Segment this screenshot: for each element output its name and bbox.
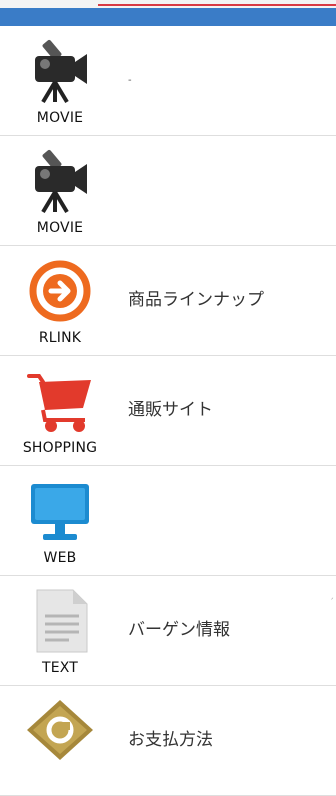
menu-item-web[interactable]: WEB bbox=[0, 466, 336, 576]
menu-item-text[interactable]: TEXT バーゲン情報 ˊ bbox=[0, 576, 336, 686]
menu-item-payment[interactable]: お支払方法 bbox=[0, 686, 336, 796]
menu-item-caption: WEB bbox=[43, 550, 77, 566]
menu-item-icon-box: WEB bbox=[10, 466, 110, 575]
monitor-icon bbox=[25, 476, 95, 546]
menu-item-icon-box: MOVIE bbox=[10, 136, 110, 245]
menu-item-label: お支払方法 bbox=[128, 730, 213, 750]
menu-item-icon-box: TEXT bbox=[10, 576, 110, 685]
menu-item-movie-1[interactable]: MOVIE - bbox=[0, 26, 336, 136]
accent-line bbox=[98, 4, 336, 6]
menu-item-caption: RLINK bbox=[38, 330, 82, 346]
top-strip bbox=[0, 0, 336, 8]
menu-item-shopping[interactable]: SHOPPING 通販サイト bbox=[0, 356, 336, 466]
menu-item-label: - bbox=[128, 75, 132, 86]
coupon-icon bbox=[25, 696, 95, 766]
menu-item-caption: TEXT bbox=[41, 660, 79, 676]
menu-item-label: 商品ラインナップ bbox=[128, 290, 264, 310]
menu-item-icon-box: MOVIE bbox=[10, 26, 110, 135]
menu-item-caption: MOVIE bbox=[36, 110, 84, 126]
shopping-cart-icon bbox=[25, 366, 95, 436]
header-bar bbox=[0, 8, 336, 26]
menu-item-rlink[interactable]: RLINK 商品ラインナップ bbox=[0, 246, 336, 356]
movie-camera-icon bbox=[25, 146, 95, 216]
edge-mark: ˊ bbox=[329, 598, 335, 608]
menu-item-icon-box: SHOPPING bbox=[10, 356, 110, 465]
menu-list: MOVIE - MOVIE RLINK 商品ラインナップ SHOPPING 通販… bbox=[0, 26, 336, 796]
menu-item-caption: SHOPPING bbox=[22, 440, 98, 456]
menu-item-label: 通販サイト bbox=[128, 400, 213, 420]
menu-item-caption: MOVIE bbox=[36, 220, 84, 236]
document-icon bbox=[25, 586, 95, 656]
menu-item-icon-box: RLINK bbox=[10, 246, 110, 355]
menu-item-icon-box bbox=[10, 686, 110, 795]
menu-item-label: バーゲン情報 bbox=[128, 620, 230, 640]
arrow-right-circle-icon bbox=[25, 256, 95, 326]
menu-item-movie-2[interactable]: MOVIE bbox=[0, 136, 336, 246]
movie-camera-icon bbox=[25, 36, 95, 106]
